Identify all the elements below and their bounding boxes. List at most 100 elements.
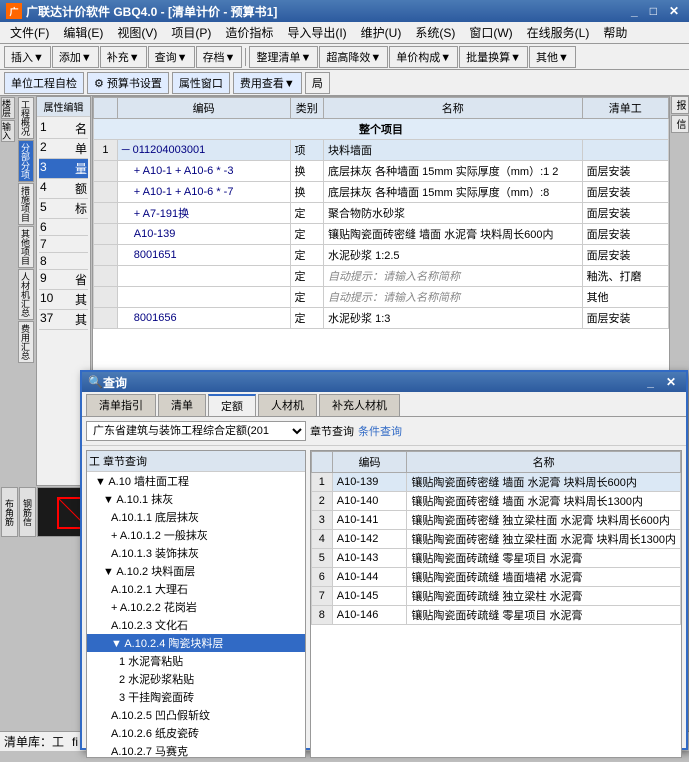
btn-supplement[interactable]: 补充▼ [100, 46, 147, 68]
prop-key-10: 10 [40, 291, 53, 308]
btn-organize[interactable]: 整理清单▼ [249, 46, 318, 68]
menu-view[interactable]: 视图(V) [111, 22, 163, 43]
result-row[interactable]: 2 A10-140 镶贴陶瓷面砖密缝 墙面 水泥膏 块料周长1300内 [312, 492, 681, 511]
sidebar-fees[interactable]: 费用汇总 [18, 321, 34, 363]
tree-item-a10-2-5[interactable]: A.10.2.5 凹凸假斩纹 [87, 706, 305, 724]
menu-edit[interactable]: 编辑(E) [57, 22, 109, 43]
tree-item-a10-2-3[interactable]: A.10.2.3 文化石 [87, 616, 305, 634]
dialog-close[interactable]: ✕ [662, 375, 680, 389]
btn-local[interactable]: 局 [305, 72, 330, 94]
tab-rebar[interactable]: 钢筋信 [19, 487, 36, 537]
tree-item-a10-1-3[interactable]: A.10.1.3 装饰抹灰 [87, 544, 305, 562]
btn-self-check[interactable]: 单位工程自检 [4, 72, 84, 94]
table-row[interactable]: 8001656 定 水泥砂浆 1:3 面层安装 [94, 308, 669, 329]
dialog-minimize[interactable]: _ [643, 375, 658, 389]
result-row[interactable]: 5 A10-143 镶贴陶瓷面砖疏缝 零星项目 水泥膏 [312, 549, 681, 568]
row-code[interactable]: + A7-191换 [117, 203, 290, 224]
result-table: 编码 名称 1 A10-139 镶贴陶瓷面砖密缝 墙面 水泥膏 块料周长600内… [311, 451, 681, 625]
menu-file[interactable]: 文件(F) [4, 22, 55, 43]
result-row[interactable]: 8 A10-146 镶贴陶瓷面砖疏缝 零星项目 水泥膏 [312, 606, 681, 625]
maximize-button[interactable]: □ [646, 4, 661, 18]
tab-floor[interactable]: 楼层 [1, 97, 15, 119]
tree-item-dry-hang[interactable]: 3 干挂陶瓷面砖 [87, 688, 305, 706]
btn-add[interactable]: 添加▼ [52, 46, 99, 68]
row-code[interactable] [117, 266, 290, 287]
tab-quota[interactable]: 定额 [208, 394, 256, 416]
close-button[interactable]: ✕ [665, 4, 683, 18]
prop-key-7: 7 [40, 237, 47, 251]
tab-extra-labor[interactable]: 补充人材机 [319, 394, 400, 416]
result-row[interactable]: 3 A10-141 镶贴陶瓷面砖密缝 独立梁柱面 水泥膏 块料周长600内 [312, 511, 681, 530]
tab-list[interactable]: 清单 [158, 394, 206, 416]
sidebar-labor[interactable]: 人材机汇总 [18, 269, 34, 320]
row-code[interactable] [117, 287, 290, 308]
table-row[interactable]: 8001651 定 水泥砂浆 1:2.5 面层安装 [94, 245, 669, 266]
btn-save[interactable]: 存档▼ [196, 46, 243, 68]
tab-labor[interactable]: 人材机 [258, 394, 317, 416]
btn-fee-view[interactable]: 费用查看▼ [233, 72, 302, 94]
tree-item-a10-1-2[interactable]: + A.10.1.2 一般抹灰 [87, 526, 305, 544]
menu-project[interactable]: 项目(P) [165, 22, 217, 43]
menu-online[interactable]: 在线服务(L) [521, 22, 596, 43]
tab-input[interactable]: 输入 [1, 120, 15, 142]
row-code[interactable]: 8001656 [117, 308, 290, 329]
table-row[interactable]: A10-139 定 镶贴陶瓷面砖密缝 墙面 水泥膏 块料周长600内 面层安装 [94, 224, 669, 245]
btn-insert[interactable]: 插入▼ [4, 46, 51, 68]
tree-item-a10-2-4[interactable]: ▼ A.10.2.4 陶瓷块料层 [87, 634, 305, 652]
menu-maintain[interactable]: 维护(U) [355, 22, 408, 43]
menu-import-export[interactable]: 导入导出(I) [281, 22, 352, 43]
quota-library-select[interactable]: 广东省建筑与装饰工程综合定额(201 [86, 421, 306, 441]
result-row[interactable]: 6 A10-144 镶贴陶瓷面砖疏缝 墙面墙裙 水泥膏 [312, 568, 681, 587]
menu-price[interactable]: 造价指标 [219, 22, 279, 43]
tree-item-cement-paste[interactable]: 1 水泥膏粘贴 [87, 652, 305, 670]
tree-item-cement-mortar[interactable]: 2 水泥砂浆粘贴 [87, 670, 305, 688]
row-code[interactable]: + A10-1 + A10-6 * -7 [117, 182, 290, 203]
btn-budget-settings[interactable]: ⚙ 预算书设置 [87, 72, 169, 94]
table-row[interactable]: 定 自动提示：请输入名称简称 釉洗、打磨 [94, 266, 669, 287]
table-row[interactable]: + A7-191换 定 聚合物防水砂浆 面层安装 [94, 203, 669, 224]
right-tab-report[interactable]: 报 [671, 96, 689, 114]
table-row[interactable]: 定 自动提示：请输入名称简称 其他 [94, 287, 669, 308]
condition-query[interactable]: 条件查询 [358, 423, 402, 439]
tree-item-a10-1[interactable]: ▼ A.10.1 抹灰 [87, 490, 305, 508]
row-type: 定 [290, 287, 323, 308]
row-code[interactable]: ─ 011204003001 [117, 140, 290, 161]
row-code[interactable]: 8001651 [117, 245, 290, 266]
toolbar-checks: 单位工程自检 ⚙ 预算书设置 属性窗口 费用查看▼ 局 [0, 70, 689, 96]
result-row[interactable]: 1 A10-139 镶贴陶瓷面砖密缝 墙面 水泥膏 块料周长600内 [312, 473, 681, 492]
btn-height[interactable]: 超高降效▼ [319, 46, 388, 68]
right-tab-info[interactable]: 信 [671, 115, 689, 133]
tree-item-a10-2-6[interactable]: A.10.2.6 纸皮瓷砖 [87, 724, 305, 742]
table-row[interactable]: + A10-1 + A10-6 * -7 换 底层抹灰 各种墙面 15mm 实际… [94, 182, 669, 203]
tree-item-a10-2-7[interactable]: A.10.2.7 马赛克 [87, 742, 305, 758]
tree-item-a10-1-1[interactable]: A.10.1.1 底层抹灰 [87, 508, 305, 526]
sidebar-measures[interactable]: 措施项目 [18, 183, 34, 225]
tree-item-a10[interactable]: ▼ A.10 墙柱面工程 [87, 472, 305, 490]
result-row[interactable]: 4 A10-142 镶贴陶瓷面砖密缝 独立梁柱面 水泥膏 块料周长1300内 [312, 530, 681, 549]
row-num [94, 161, 118, 182]
sidebar-items[interactable]: 分部分项 [18, 140, 34, 182]
tab-list-guide[interactable]: 清单指引 [86, 394, 156, 416]
menu-system[interactable]: 系统(S) [409, 22, 461, 43]
menu-help[interactable]: 帮助 [597, 22, 633, 43]
table-row[interactable]: + A10-1 + A10-6 * -3 换 底层抹灰 各种墙面 15mm 实际… [94, 161, 669, 182]
menu-window[interactable]: 窗口(W) [463, 22, 518, 43]
result-row[interactable]: 7 A10-145 镶贴陶瓷面砖疏缝 独立梁柱 水泥膏 [312, 587, 681, 606]
tree-item-a10-2-2[interactable]: + A.10.2.2 花岗岩 [87, 598, 305, 616]
btn-query[interactable]: 查询▼ [148, 46, 195, 68]
row-code[interactable]: + A10-1 + A10-6 * -3 [117, 161, 290, 182]
tree-item-a10-2[interactable]: ▼ A.10.2 块料面层 [87, 562, 305, 580]
btn-other[interactable]: 其他▼ [529, 46, 576, 68]
row-code[interactable]: A10-139 [117, 224, 290, 245]
sidebar-overview[interactable]: 工程概况 [18, 97, 34, 139]
btn-unit-price[interactable]: 单价构成▼ [389, 46, 458, 68]
table-row[interactable]: 1 ─ 011204003001 项 块料墙面 [94, 140, 669, 161]
tab-corner[interactable]: 布角筋 [1, 487, 18, 537]
row-name: 底层抹灰 各种墙面 15mm 实际厚度（mm）:8 [324, 182, 583, 203]
sidebar-other[interactable]: 其他项目 [18, 226, 34, 268]
btn-batch[interactable]: 批量换算▼ [459, 46, 528, 68]
row-extra: 面层安装 [582, 182, 668, 203]
btn-property-window[interactable]: 属性窗口 [172, 72, 230, 94]
tree-item-a10-2-1[interactable]: A.10.2.1 大理石 [87, 580, 305, 598]
minimize-button[interactable]: _ [627, 4, 642, 18]
